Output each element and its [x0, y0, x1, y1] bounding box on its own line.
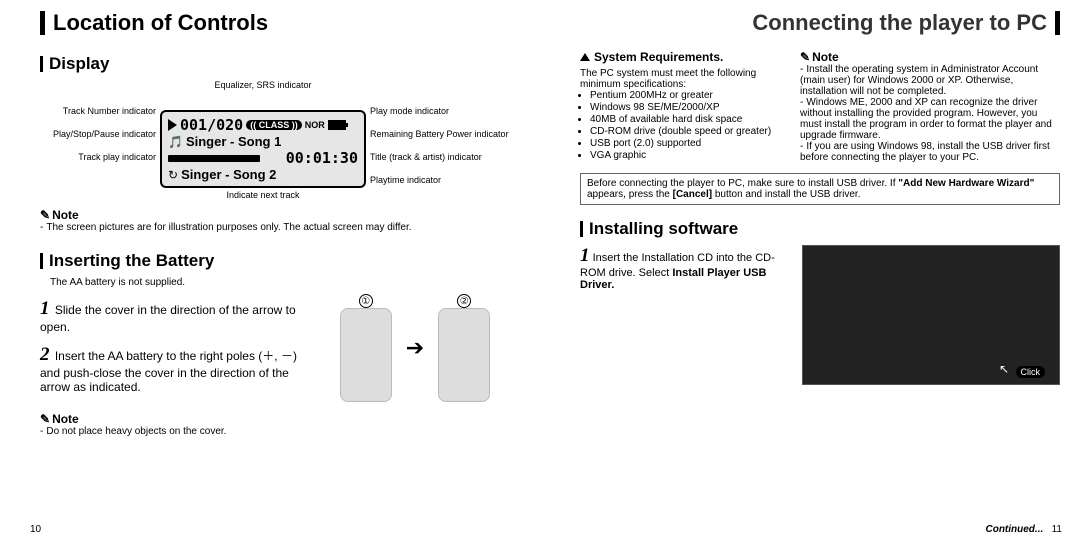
pencil-icon: ✎ [40, 412, 50, 426]
sysreq-intro: The PC system must meet the following mi… [580, 68, 780, 90]
note-battery: ✎Note -Do not place heavy objects on the… [40, 412, 560, 437]
callout-label: Track play indicator [40, 152, 156, 162]
note-item: Install the operating system in Administ… [800, 64, 1038, 97]
title-left-text: Location of Controls [53, 10, 268, 36]
track-counter: 001/020 [180, 116, 243, 134]
step-text: Insert the AA battery to the right poles… [40, 349, 297, 394]
usb-driver-note-box: Before connecting the player to PC, make… [580, 173, 1060, 205]
mode-nor: NOR [305, 120, 325, 130]
callout-label: Remaining Battery Power indicator [370, 129, 536, 139]
section-battery: Inserting the Battery [40, 251, 560, 271]
page-title-right: Connecting the player to PC [752, 10, 1060, 36]
note-title: Note [52, 412, 79, 426]
playtime: 00:01:30 [267, 149, 359, 167]
section-battery-title: Inserting the Battery [49, 251, 214, 271]
song2: Singer - Song 2 [181, 167, 276, 182]
note-title: Note [812, 50, 839, 64]
class-badge: (( CLASS )) [246, 120, 302, 130]
fig-num-2: ② [457, 294, 471, 308]
continued-label: Continued... [985, 524, 1043, 535]
page-title-left: Location of Controls [40, 10, 268, 36]
list-item: 40MB of available hard disk space [590, 114, 780, 125]
list-item: CD-ROM drive (double speed or greater) [590, 126, 780, 137]
callout-label: Track Number indicator [40, 106, 156, 116]
eq-callout: Equalizer, SRS indicator [160, 80, 366, 90]
battery-preface: The AA battery is not supplied. [50, 277, 560, 288]
sysreq-note: ✎Note -Install the operating system in A… [800, 50, 1060, 163]
section-display-title: Display [49, 54, 109, 74]
note-title: Note [52, 208, 79, 222]
note-text: Do not place heavy objects on the cover. [46, 426, 226, 437]
battery-steps: 1 Slide the cover in the direction of th… [40, 298, 320, 404]
progress-bar [168, 155, 260, 162]
callout-label: Playtime indicator [370, 175, 536, 185]
note-display: ✎Note -The screen pictures are for illus… [40, 208, 560, 233]
loop-icon: ↻ [168, 168, 178, 182]
sysreq-list: Pentium 200MHz or greater Windows 98 SE/… [590, 90, 780, 161]
section-install-title: Installing software [589, 219, 738, 239]
callout-label: Play mode indicator [370, 106, 536, 116]
page-number-left: 10 [30, 524, 41, 535]
cursor-icon: ↖ [999, 362, 1009, 376]
title-bar-icon [40, 11, 45, 35]
pencil-icon: ✎ [800, 50, 810, 64]
callout-label: Play/Stop/Pause indicator [40, 129, 156, 139]
callout-label: Title (track & artist) indicator [370, 152, 536, 162]
battery-figure: ① ➔ ② [330, 298, 500, 398]
page-number-right: 11 [1052, 524, 1062, 535]
music-note-icon: 🎵 [168, 135, 183, 149]
section-display: Display [40, 54, 560, 74]
note-text: The screen pictures are for illustration… [46, 222, 411, 233]
section-bar-icon [40, 253, 43, 269]
arrow-right-icon: ➔ [406, 335, 424, 361]
installer-screenshot: ↖ Click [802, 245, 1060, 385]
device-illustration [340, 308, 392, 402]
battery-icon [328, 120, 346, 130]
boxnote-post: button and install the USB driver. [712, 189, 860, 200]
under-lcd-label: Indicate next track [160, 190, 366, 200]
install-step-1: 1 Insert the Installation CD into the CD… [580, 245, 790, 385]
page-footer: 10 Continued... 11 [30, 524, 1062, 535]
pencil-icon: ✎ [40, 208, 50, 222]
triangle-up-icon [580, 53, 590, 61]
device-illustration [438, 308, 490, 402]
list-item: Windows 98 SE/ME/2000/XP [590, 102, 780, 113]
list-item: 2 Insert the AA battery to the right pol… [40, 344, 320, 394]
section-bar-icon [580, 221, 583, 237]
play-icon [168, 119, 177, 131]
boxnote-pre: Before connecting the player to PC, make… [587, 178, 898, 189]
step-text: Slide the cover in the direction of the … [40, 303, 296, 334]
callouts-left: Track Number indicator Play/Stop/Pause i… [40, 80, 160, 162]
title-bar-icon [1055, 11, 1060, 35]
boxnote-cancel: [Cancel] [673, 189, 712, 200]
boxnote-mid: appears, press the [587, 189, 673, 200]
song1: Singer - Song 1 [186, 134, 281, 149]
boxnote-bold1: "Add New Hardware Wizard" [898, 178, 1034, 189]
note-item: Windows ME, 2000 and XP can recognize th… [800, 97, 1052, 141]
lcd-display: 001/020 (( CLASS )) NOR 🎵 Singer - Song … [160, 110, 366, 188]
fig-num-1: ① [359, 294, 373, 308]
sysreq-title-row: System Requirements. [580, 50, 780, 64]
list-item: VGA graphic [590, 150, 780, 161]
section-bar-icon [40, 56, 43, 72]
list-item: 1 Slide the cover in the direction of th… [40, 298, 320, 334]
note-item: If you are using Windows 98, install the… [800, 141, 1050, 163]
sysreq-title: System Requirements. [594, 50, 723, 64]
section-install: Installing software [580, 219, 1060, 239]
list-item: USB port (2.0) supported [590, 138, 780, 149]
list-item: Pentium 200MHz or greater [590, 90, 780, 101]
title-right-text: Connecting the player to PC [752, 10, 1047, 36]
callouts-right: Play mode indicator Remaining Battery Po… [366, 80, 536, 185]
click-badge: Click [1016, 366, 1046, 378]
